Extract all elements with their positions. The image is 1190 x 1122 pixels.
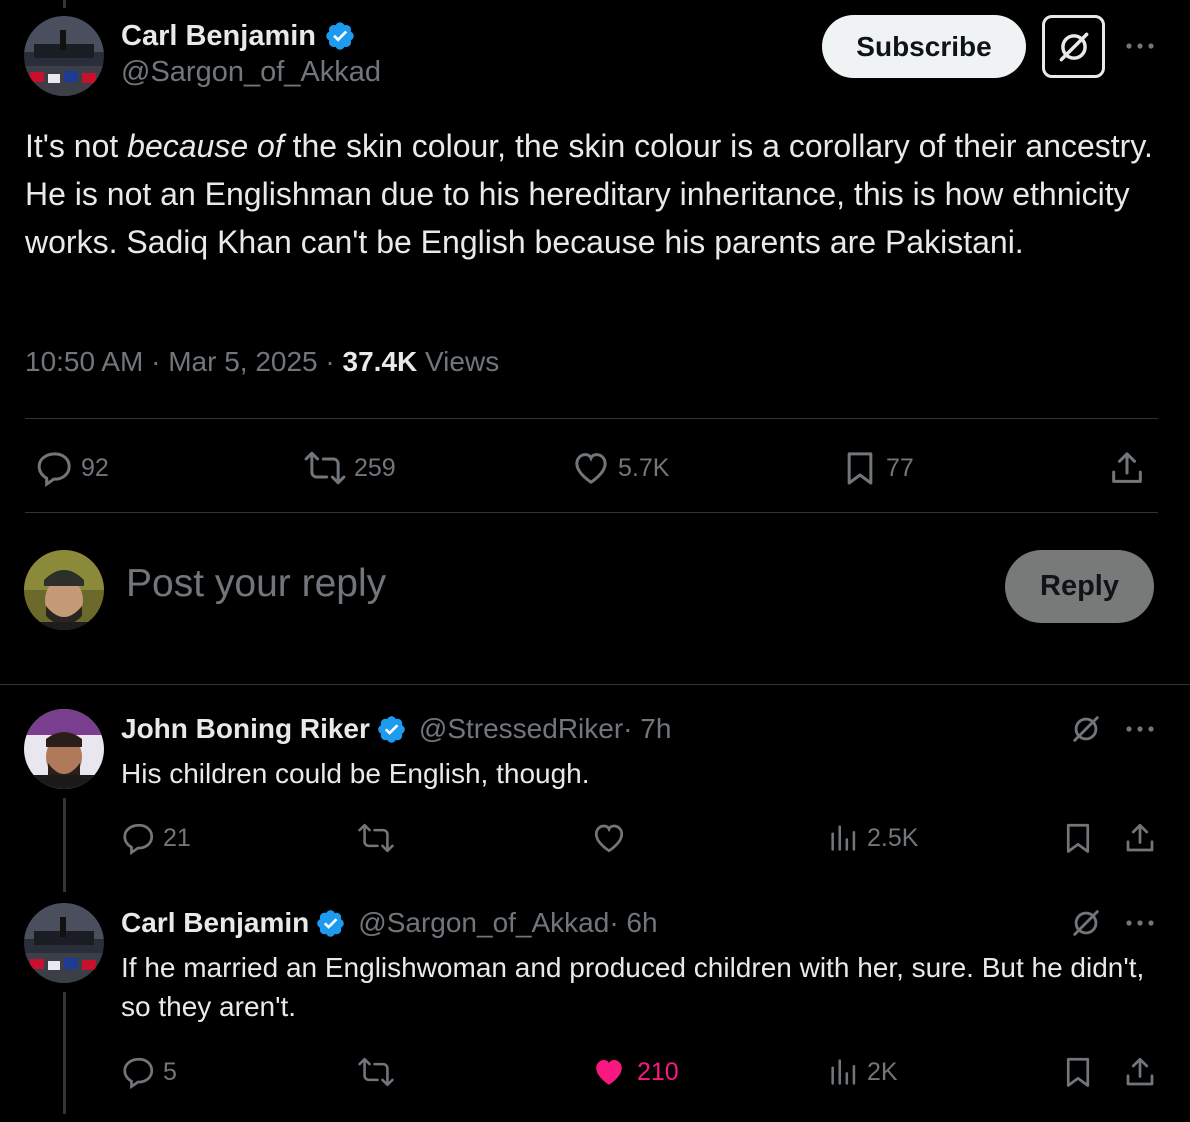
reply-icon [37, 452, 71, 488]
divider [25, 512, 1158, 513]
share-icon [1112, 452, 1142, 483]
like-button[interactable]: 5.7K [570, 448, 669, 488]
reply-icon [123, 823, 154, 856]
section-divider [0, 684, 1190, 685]
like-icon [575, 453, 607, 484]
more-options-button[interactable] [1120, 28, 1160, 64]
repost-count: 259 [354, 453, 396, 482]
tweet-time[interactable]: 10:50 AM [25, 346, 143, 377]
reply-1-reply-count: 21 [163, 823, 191, 852]
more-icon [1126, 920, 1154, 926]
current-user-avatar[interactable] [24, 550, 104, 630]
grok-icon [1073, 716, 1099, 742]
bookmark-icon [847, 452, 873, 485]
views-count: 37.4K [342, 346, 418, 377]
reply-1-grok-button[interactable] [1066, 709, 1106, 749]
share-icon [1126, 1057, 1154, 1086]
reply-input[interactable] [126, 562, 886, 606]
reply-1-author-name[interactable]: John Boning Riker [121, 713, 370, 745]
reply-1-age[interactable]: · 7h [623, 713, 671, 745]
reply-1-bookmark-button[interactable] [1060, 820, 1096, 856]
reply-icon [123, 1057, 154, 1090]
subscribe-button[interactable]: Subscribe [822, 15, 1026, 78]
reply-2-avatar[interactable] [24, 903, 104, 983]
tweet-text-part-1: It's not [25, 128, 128, 164]
reply-1-text: His children could be English, though. [121, 758, 590, 789]
views-icon [831, 1059, 856, 1085]
author-name[interactable]: Carl Benjamin [121, 20, 316, 53]
verified-badge-icon[interactable] [324, 20, 356, 52]
reply-2-reply-count: 5 [163, 1057, 177, 1086]
repost-icon [304, 451, 346, 485]
share-icon [1126, 823, 1154, 852]
more-icon [1126, 726, 1154, 732]
meta-separator: · [143, 346, 169, 377]
like-icon [594, 824, 624, 853]
reply-2-header: Carl Benjamin @Sargon_of_Akkad · 6h [121, 903, 658, 943]
tweet-text-emphasis: because of [127, 128, 284, 164]
like-filled-icon [596, 1060, 622, 1085]
reply-2-grok-button[interactable] [1066, 903, 1106, 943]
meta-separator: · [317, 346, 343, 377]
reply-2-repost-button[interactable] [356, 1054, 396, 1090]
author-avatar[interactable] [24, 16, 104, 96]
tweet-meta: 10:50 AM · Mar 5, 2025 · 37.4K Views [25, 346, 499, 378]
thread-line-top [63, 0, 66, 8]
grok-icon [1059, 32, 1088, 61]
reply-button[interactable]: 92 [35, 448, 109, 488]
reply-2-author-name[interactable]: Carl Benjamin [121, 907, 309, 939]
reply-1-views-count: 2.5K [867, 823, 919, 852]
reply-2-like-button[interactable]: 210 [591, 1054, 679, 1090]
reply-1-author-handle[interactable]: @StressedRiker [419, 713, 623, 745]
repost-button[interactable]: 259 [302, 448, 396, 488]
reply-2-like-count: 210 [637, 1057, 679, 1086]
reply-2-bookmark-button[interactable] [1060, 1054, 1096, 1090]
reply-1-reply-button[interactable]: 21 [121, 820, 191, 856]
like-count: 5.7K [618, 453, 670, 482]
divider [25, 418, 1158, 419]
reply-count: 92 [81, 453, 109, 482]
reply-1-more-button[interactable] [1122, 711, 1158, 747]
reply-2-text: If he married an Englishwoman and produc… [121, 952, 1145, 1022]
repost-icon [358, 823, 394, 853]
views-icon [831, 825, 856, 851]
verified-badge-icon[interactable] [315, 908, 346, 939]
reply-1-header: John Boning Riker @StressedRiker · 7h [121, 709, 671, 749]
repost-icon [358, 1057, 394, 1087]
reply-2-views-count: 2K [867, 1057, 898, 1086]
grok-button[interactable] [1042, 15, 1105, 78]
bookmark-icon [1066, 823, 1090, 853]
reply-1-repost-button[interactable] [356, 820, 396, 856]
reply-2-age[interactable]: · 6h [609, 907, 657, 939]
bookmark-button[interactable]: 77 [840, 448, 914, 488]
author-name-row[interactable]: Carl Benjamin [121, 16, 356, 56]
reply-2-views-button[interactable]: 2K [827, 1054, 898, 1090]
bookmark-icon [1066, 1057, 1090, 1087]
thread-line [63, 798, 66, 892]
reply-2-more-button[interactable] [1122, 905, 1158, 941]
author-handle[interactable]: @Sargon_of_Akkad [121, 56, 381, 89]
views-label: Views [417, 346, 500, 377]
more-icon [1126, 43, 1154, 49]
grok-icon [1073, 910, 1099, 936]
tweet-date[interactable]: Mar 5, 2025 [168, 346, 317, 377]
reply-2-share-button[interactable] [1122, 1054, 1158, 1090]
reply-1-share-button[interactable] [1122, 820, 1158, 856]
reply-2-reply-button[interactable]: 5 [121, 1054, 177, 1090]
reply-1-views-button[interactable]: 2.5K [827, 820, 918, 856]
thread-line [63, 992, 66, 1114]
verified-badge-icon[interactable] [376, 714, 407, 745]
reply-1-like-button[interactable] [591, 820, 627, 856]
tweet-text: It's not because of the skin colour, the… [25, 122, 1165, 266]
bookmark-count: 77 [886, 453, 914, 482]
reply-2-author-handle[interactable]: @Sargon_of_Akkad [358, 907, 609, 939]
reply-submit-button[interactable]: Reply [1005, 550, 1154, 623]
share-button[interactable] [1107, 448, 1147, 488]
reply-1-avatar[interactable] [24, 709, 104, 789]
